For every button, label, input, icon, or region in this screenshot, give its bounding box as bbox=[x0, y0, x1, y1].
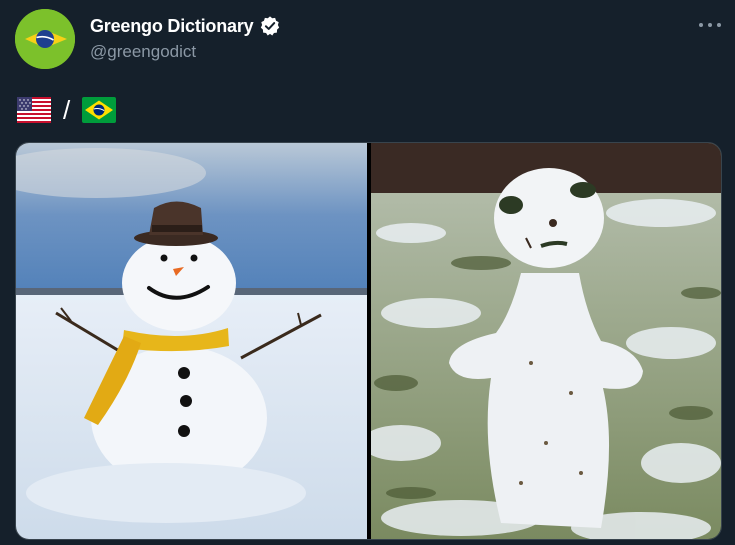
verified-badge-icon bbox=[261, 16, 280, 36]
flag-separator: / bbox=[63, 94, 71, 125]
author-name-row[interactable]: Greengo Dictionary bbox=[90, 15, 281, 37]
avatar[interactable] bbox=[15, 9, 75, 69]
more-options-button[interactable] bbox=[699, 18, 721, 32]
snowman-image bbox=[371, 143, 721, 539]
more-horizontal-icon bbox=[699, 23, 703, 27]
us-flag-icon bbox=[17, 97, 51, 123]
brazil-flag-icon bbox=[82, 97, 117, 123]
photo-snowman-lumpy[interactable] bbox=[371, 143, 721, 539]
photo-snowman-classic[interactable] bbox=[16, 143, 367, 539]
tweet-media bbox=[15, 142, 722, 540]
tweet-text: / bbox=[17, 94, 117, 125]
display-name[interactable]: Greengo Dictionary bbox=[90, 16, 254, 37]
brazil-flag-avatar-icon bbox=[15, 9, 75, 69]
user-handle[interactable]: @greengodict bbox=[90, 42, 196, 62]
snowman-image bbox=[16, 143, 367, 539]
